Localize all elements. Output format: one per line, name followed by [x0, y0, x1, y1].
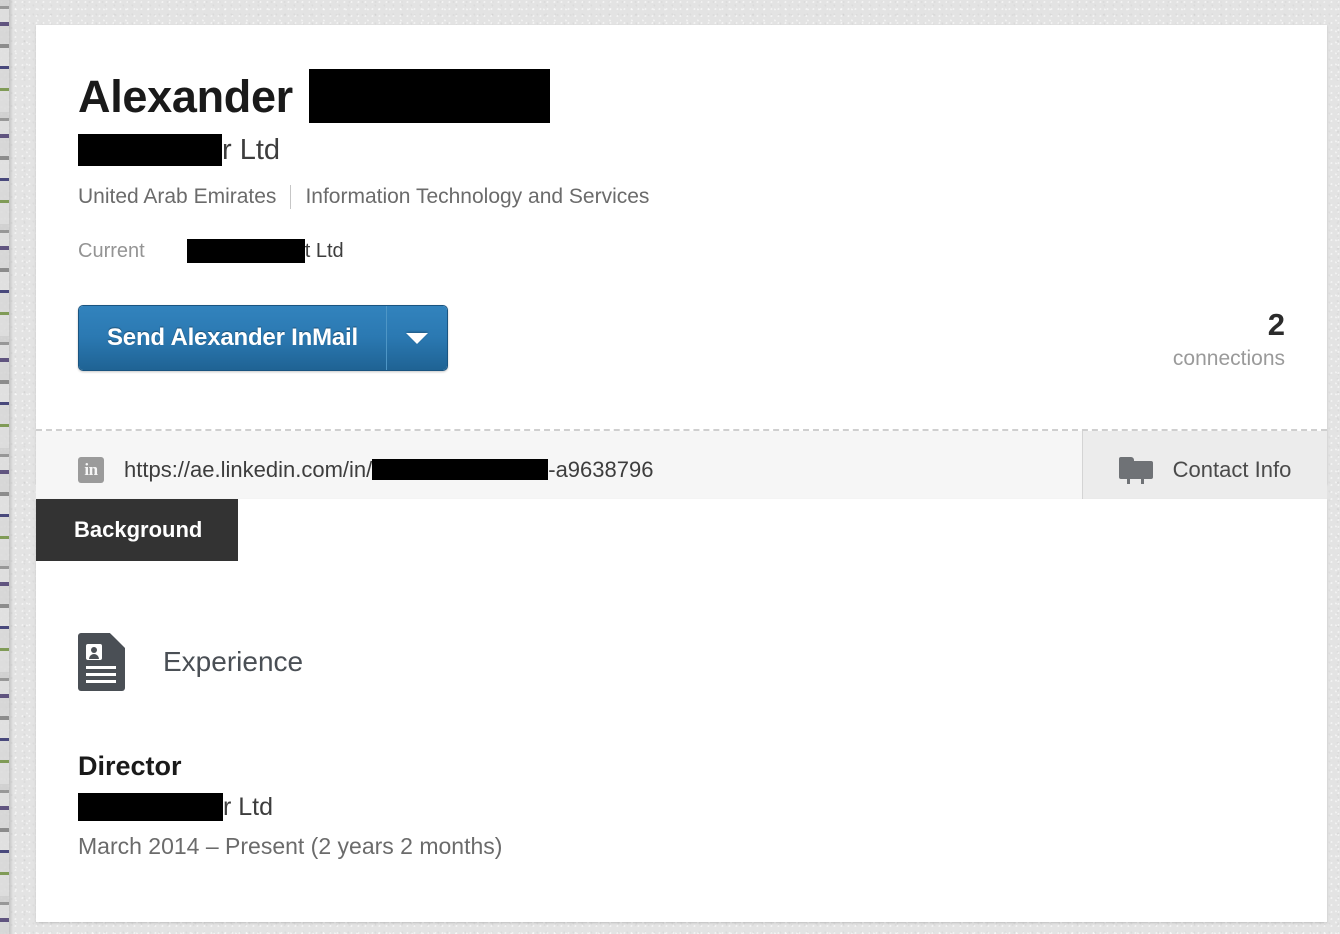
- profile-name: Alexander: [78, 68, 1327, 124]
- redaction-url-slug: [372, 458, 549, 480]
- redaction-headline-company: [78, 134, 222, 166]
- connections-label: connections: [1172, 347, 1285, 370]
- document-profile-icon: [78, 633, 125, 691]
- contact-info-button[interactable]: Contact Info: [1082, 431, 1327, 508]
- experience-section-header: Experience: [78, 633, 303, 691]
- url-prefix: https://ae.linkedin.com/in/: [124, 456, 373, 482]
- profile-identity: Alexander r Ltd United Arab Emirates Inf…: [36, 25, 1327, 264]
- profile-current-position: Current t Ltd: [78, 238, 1327, 264]
- contact-card-icon: [1118, 456, 1153, 484]
- profile-action-row: Send Alexander InMail 2 connections: [78, 305, 1285, 371]
- background-window-sliver: [0, 0, 9, 934]
- connections-count: 2: [1267, 307, 1285, 342]
- position-company-suffix: r Ltd: [223, 792, 274, 821]
- background-card: Background Experience Director r Ltd Mar…: [36, 499, 1327, 922]
- position-title[interactable]: Director: [78, 753, 502, 780]
- url-suffix: -a9638796: [548, 456, 654, 482]
- inmail-dropdown-button[interactable]: [385, 306, 447, 370]
- send-inmail-label[interactable]: Send Alexander InMail: [79, 306, 386, 370]
- current-label: Current: [78, 239, 145, 262]
- linkedin-icon: in: [78, 456, 104, 483]
- contact-info-label: Contact Info: [1172, 456, 1292, 482]
- public-profile-url[interactable]: in https://ae.linkedin.com/in/ -a9638796: [36, 431, 1082, 508]
- profile-first-name: Alexander: [78, 70, 293, 122]
- profile-headline: r Ltd: [78, 131, 1327, 169]
- position-dates: March 2014 – Present (2 years 2 months): [78, 833, 503, 859]
- profile-meta: United Arab Emirates Information Technol…: [78, 184, 1327, 210]
- connections-block[interactable]: 2 connections: [1173, 305, 1285, 369]
- public-profile-strip: in https://ae.linkedin.com/in/-a9638796 …: [36, 431, 1327, 508]
- experience-section-title: Experience: [163, 646, 304, 677]
- background-window-shadow: [9, 0, 13, 934]
- profile-location: United Arab Emirates: [78, 185, 277, 208]
- tab-background[interactable]: Background: [36, 499, 239, 561]
- chevron-down-icon: [405, 332, 428, 344]
- redaction-position-company: [78, 793, 223, 821]
- current-company-suffix: t Ltd: [304, 239, 344, 262]
- send-inmail-button[interactable]: Send Alexander InMail: [78, 305, 448, 371]
- profile-headline-suffix: r Ltd: [222, 133, 281, 166]
- redaction-last-name: [308, 69, 550, 123]
- profile-industry: Information Technology and Services: [305, 185, 650, 208]
- redaction-current-company: [186, 239, 305, 263]
- meta-separator: [290, 185, 292, 209]
- profile-header-card: Alexander r Ltd United Arab Emirates Inf…: [36, 25, 1327, 508]
- public-profile-url-text: https://ae.linkedin.com/in/ -a9638796: [124, 457, 653, 483]
- position-company: r Ltd: [78, 792, 502, 822]
- experience-item: Director r Ltd March 2014 – Present (2 y…: [78, 753, 502, 858]
